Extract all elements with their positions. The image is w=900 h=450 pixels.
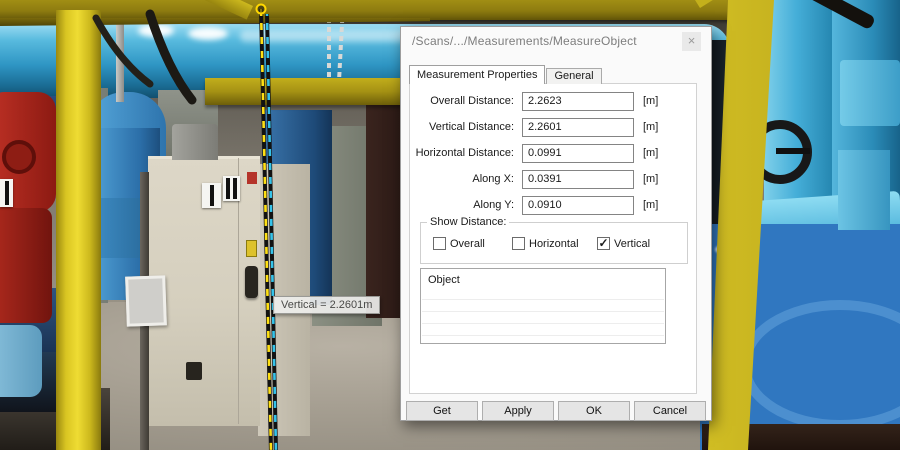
show-distance-legend: Show Distance: [427, 216, 510, 228]
checkbox-label: Horizontal [529, 237, 579, 250]
properties-panel: Overall Distance: 2.2623 [m] Vertical Di… [409, 83, 697, 394]
along-y-input[interactable]: 0.0910 [522, 195, 634, 215]
unit-label: [m] [643, 199, 659, 211]
apply-button[interactable]: Apply [482, 401, 554, 421]
field-label: Along Y: [473, 199, 514, 211]
along-x-input[interactable]: 0.0391 [522, 169, 634, 189]
tab-measurement-properties[interactable]: Measurement Properties [409, 65, 546, 84]
tab-general[interactable]: General [546, 68, 602, 84]
dialog-title: /Scans/.../Measurements/MeasureObject [412, 34, 637, 48]
close-icon[interactable]: × [682, 32, 701, 51]
unit-label: [m] [643, 95, 659, 107]
list-row-divider [422, 299, 664, 300]
checkbox-box-checked[interactable]: ✓ [597, 237, 610, 250]
checkbox-box[interactable] [433, 237, 446, 250]
dialog-tabs: Measurement Properties General [409, 65, 602, 84]
dialog-buttons: Get Apply OK Cancel [406, 401, 706, 421]
ok-button[interactable]: OK [558, 401, 630, 421]
overall-distance-input[interactable]: 2.2623 [522, 91, 634, 111]
field-row-vertical: Vertical Distance: 2.2601 [m] [410, 114, 696, 140]
checkbox-box[interactable] [512, 237, 525, 250]
field-row-overall: Overall Distance: 2.2623 [m] [410, 88, 696, 114]
measure-object-dialog: /Scans/.../Measurements/MeasureObject × … [400, 26, 712, 421]
field-row-horizontal: Horizontal Distance: 0.0991 [m] [410, 140, 696, 166]
field-label: Along X: [472, 173, 514, 185]
scan-viewport: Vertical = 2.2601m /Scans/.../Measuremen… [0, 0, 900, 450]
distance-fields: Overall Distance: 2.2623 [m] Vertical Di… [410, 88, 696, 218]
field-label: Horizontal Distance: [415, 147, 514, 159]
measurement-tooltip: Vertical = 2.2601m [273, 296, 381, 314]
field-row-along-y: Along Y: 0.0910 [m] [410, 192, 696, 218]
checkbox-label: Vertical [614, 237, 651, 250]
object-list[interactable]: Object [420, 268, 666, 344]
list-row-divider [422, 323, 664, 324]
list-row-divider [422, 311, 664, 312]
field-label: Vertical Distance: [429, 121, 514, 133]
checkbox-vertical[interactable]: ✓ Vertical [597, 237, 650, 250]
object-list-header: Object [428, 274, 460, 286]
unit-label: [m] [643, 147, 659, 159]
field-label: Overall Distance: [430, 95, 514, 107]
field-row-along-x: Along X: 0.0391 [m] [410, 166, 696, 192]
list-row-divider [422, 335, 664, 336]
checkbox-label: Overall [450, 237, 485, 250]
checkbox-horizontal[interactable]: Horizontal [512, 237, 579, 250]
show-distance-group: Show Distance: Overall Horizontal ✓ Vert… [420, 216, 688, 264]
vertical-distance-input[interactable]: 2.2601 [522, 117, 634, 137]
cancel-button[interactable]: Cancel [634, 401, 706, 421]
get-button[interactable]: Get [406, 401, 478, 421]
unit-label: [m] [643, 173, 659, 185]
unit-label: [m] [643, 121, 659, 133]
checkbox-overall[interactable]: Overall [433, 237, 485, 250]
horizontal-distance-input[interactable]: 0.0991 [522, 143, 634, 163]
